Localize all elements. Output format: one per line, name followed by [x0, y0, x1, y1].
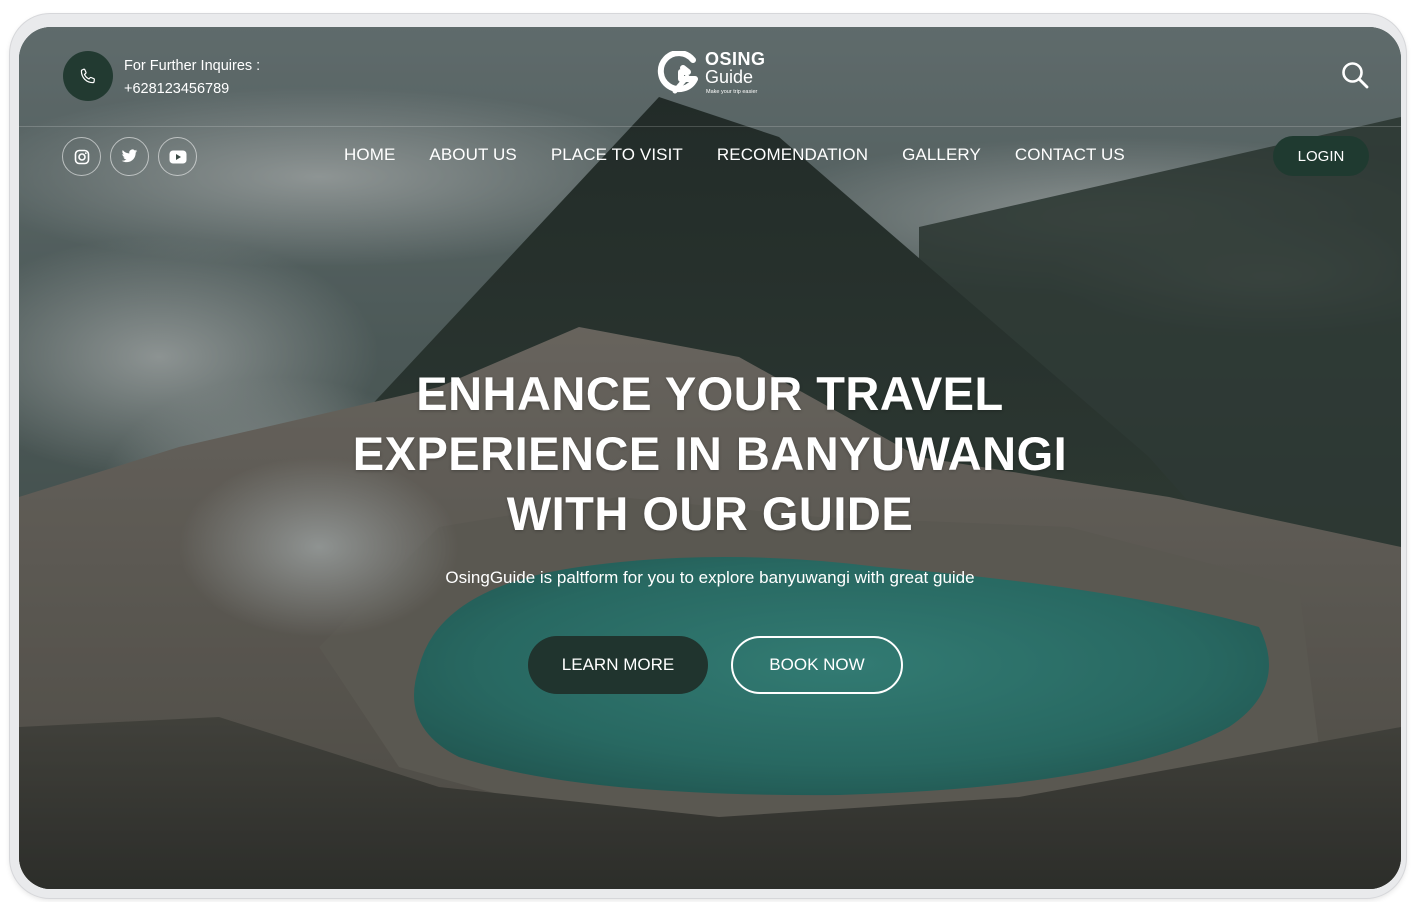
instagram-icon: [74, 149, 89, 164]
nav-item-place-to-visit[interactable]: PLACE TO VISIT: [551, 145, 683, 165]
phone-button[interactable]: [63, 51, 113, 101]
logo-g-mark-icon: [657, 51, 698, 94]
nav-item-recomendation[interactable]: RECOMENDATION: [717, 145, 868, 165]
book-now-button[interactable]: BOOK NOW: [731, 636, 903, 694]
twitter-button[interactable]: [110, 137, 149, 176]
login-button[interactable]: LOGIN: [1273, 136, 1369, 176]
osing-guide-logo[interactable]: OSING Guide Make your trip easier: [657, 49, 777, 101]
main-nav: HOME ABOUT US PLACE TO VISIT RECOMENDATI…: [344, 145, 1125, 165]
inquiry-label: For Further Inquires :: [124, 58, 261, 74]
learn-more-button[interactable]: LEARN MORE: [528, 636, 708, 694]
twitter-icon: [121, 149, 138, 163]
nav-item-contact-us[interactable]: CONTACT US: [1015, 145, 1125, 165]
logo-tagline: Make your trip easier: [706, 89, 758, 95]
nav-item-gallery[interactable]: GALLERY: [902, 145, 981, 165]
youtube-icon: [169, 150, 186, 163]
hero-title-line-2: EXPERIENCE IN BANYUWANGI: [352, 427, 1068, 480]
social-links: [62, 137, 197, 176]
hero-title-line-3: WITH OUR GUIDE: [506, 487, 914, 540]
logo-title: OSING: [705, 49, 766, 69]
logo-subtitle: Guide: [705, 67, 754, 87]
search-icon: [1342, 62, 1369, 89]
nav-item-home[interactable]: HOME: [344, 145, 395, 165]
nav-item-about-us[interactable]: ABOUT US: [429, 145, 516, 165]
hero-title-line-1: ENHANCE YOUR TRAVEL: [416, 367, 1004, 420]
youtube-button[interactable]: [158, 137, 197, 176]
inquiry-block: For Further Inquires : +628123456789: [124, 55, 260, 101]
hero-subtitle: OsingGuide is paltform for you to explor…: [445, 568, 975, 587]
top-bar: For Further Inquires : +628123456789 OSI…: [19, 27, 1401, 127]
search-button[interactable]: [1339, 59, 1371, 91]
browser-screen: For Further Inquires : +628123456789 OSI…: [19, 27, 1401, 889]
instagram-button[interactable]: [62, 137, 101, 176]
phone-number[interactable]: +628123456789: [124, 78, 260, 101]
phone-icon: [80, 68, 95, 84]
hero-title: ENHANCE YOUR TRAVEL EXPERIENCE IN BANYUW…: [210, 364, 1210, 544]
